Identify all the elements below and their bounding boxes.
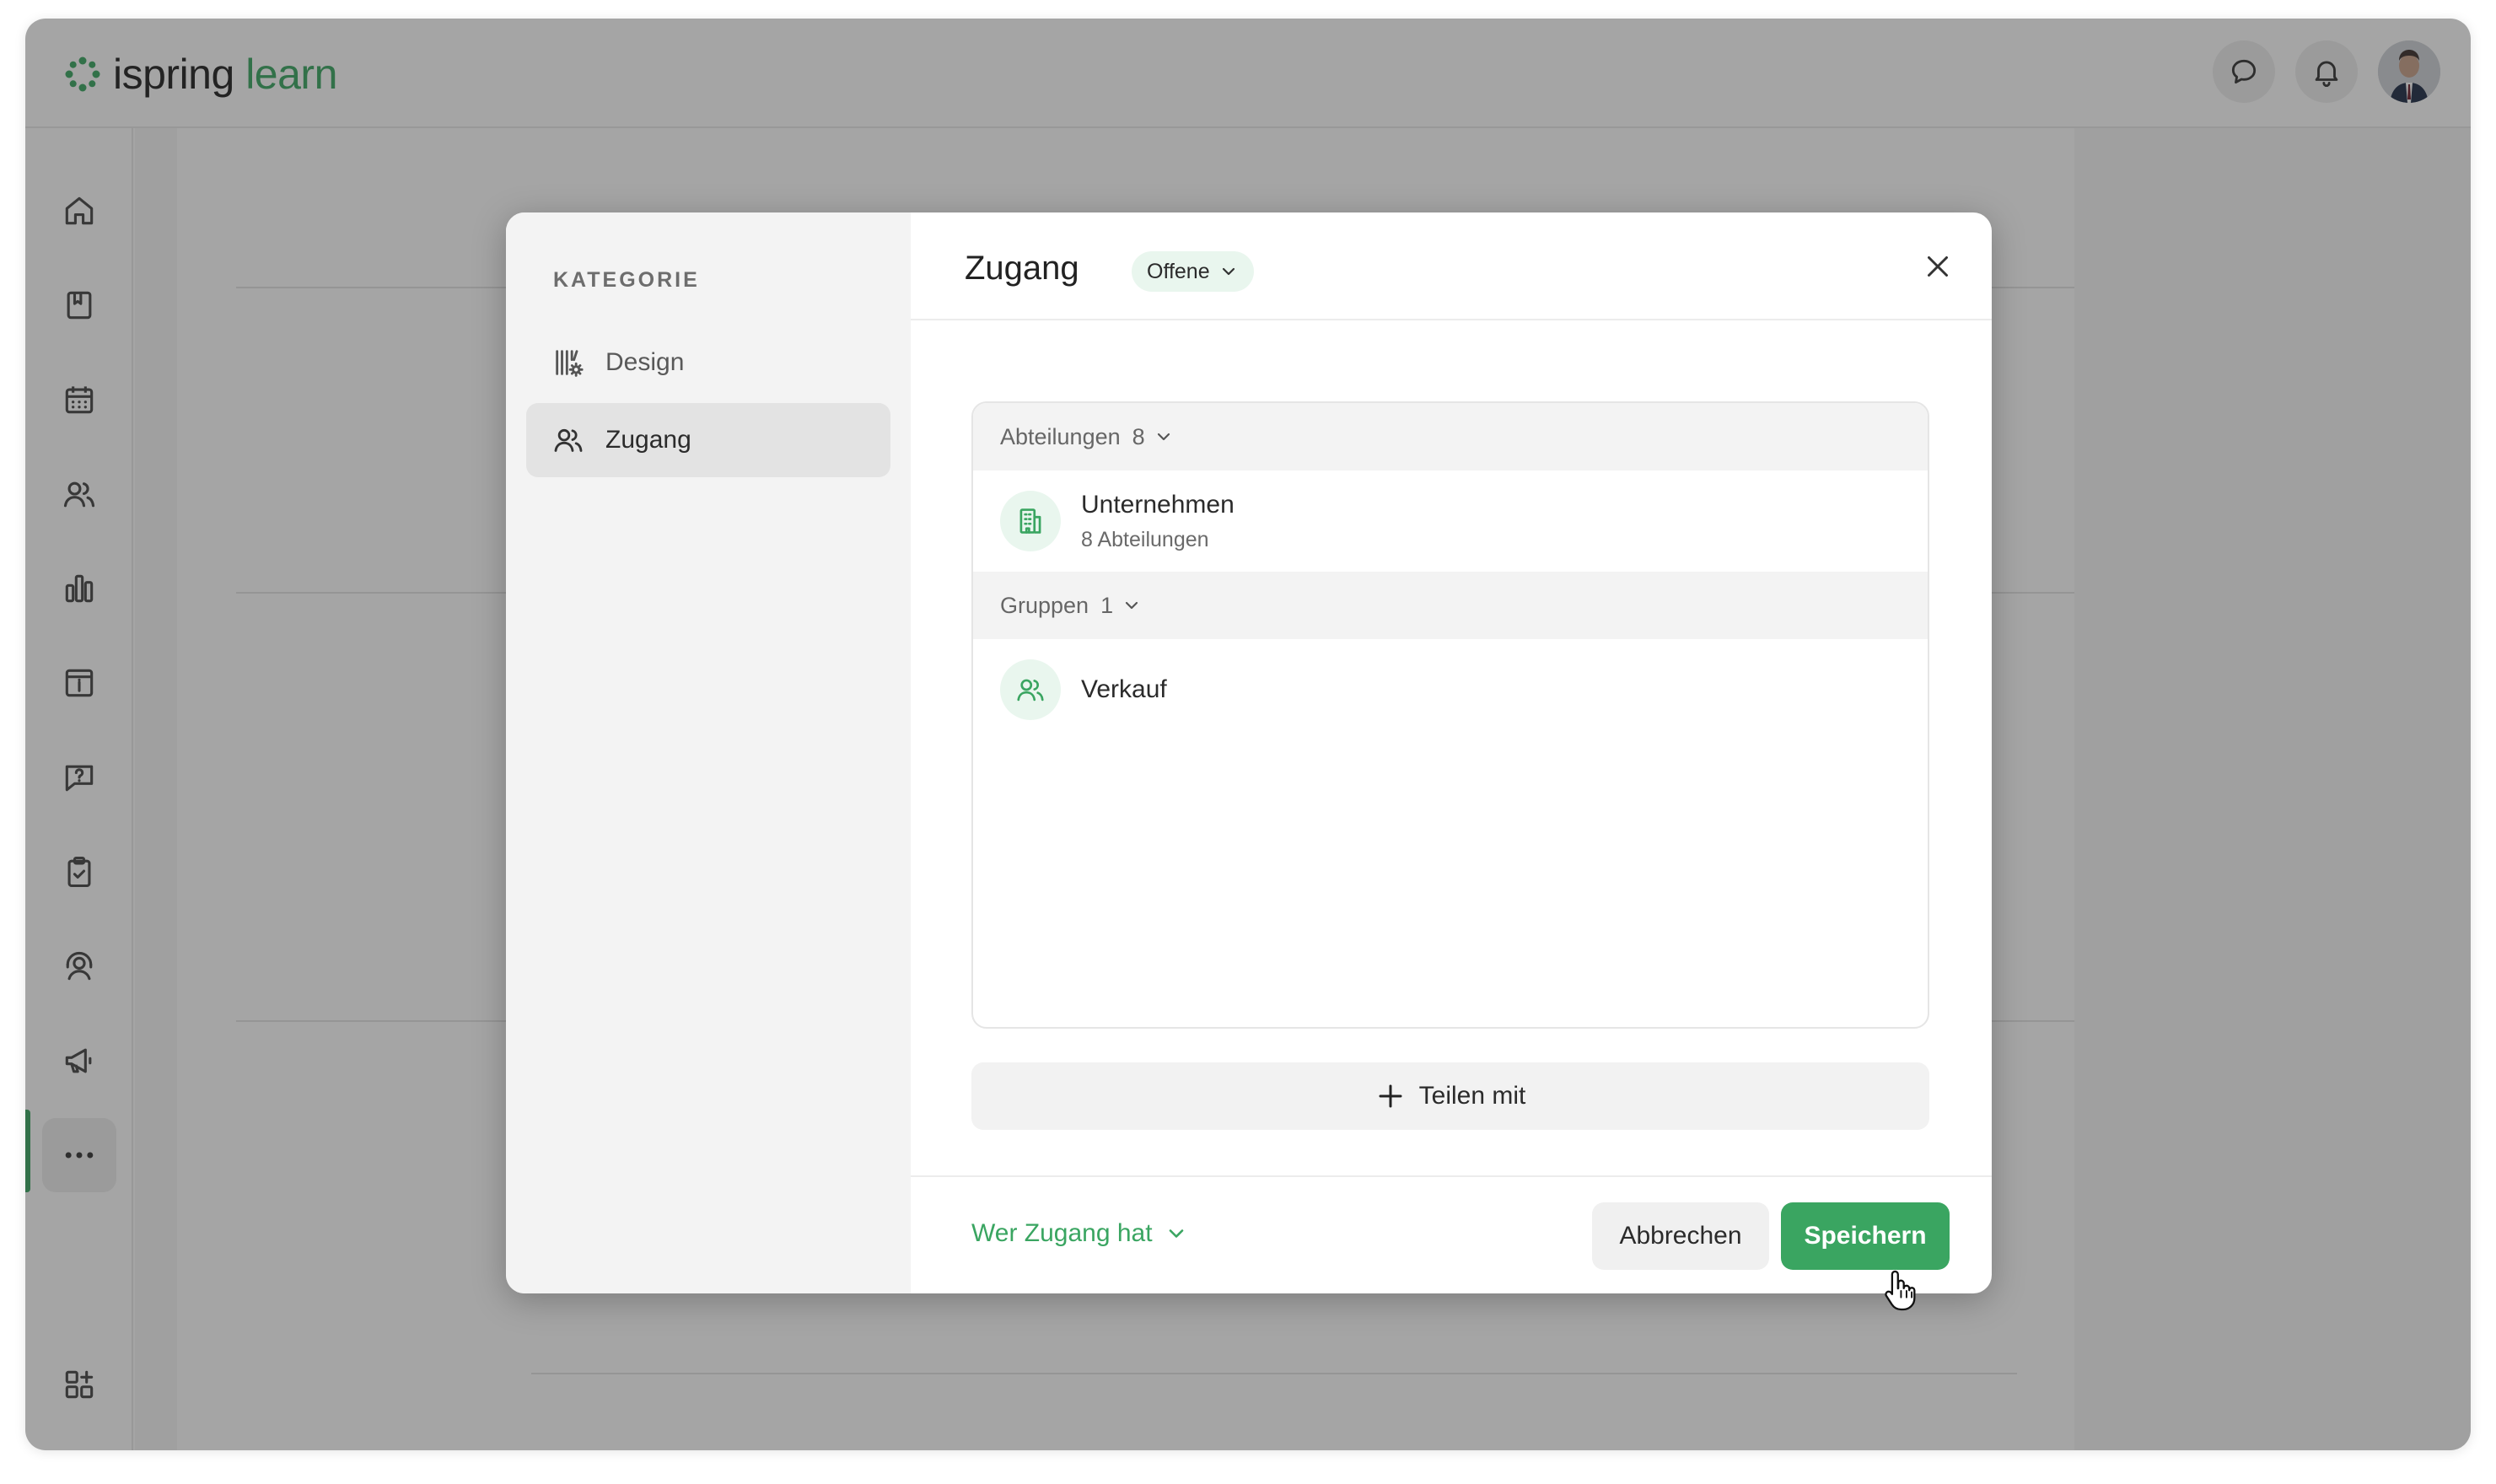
- chevron-down-icon: [1157, 433, 1170, 441]
- row-title: Verkauf: [1081, 675, 1167, 703]
- row-subtitle: 8 Abteilungen: [1081, 527, 1209, 551]
- share-with-label: Teilen mit: [1418, 1082, 1526, 1110]
- hand-cursor-icon: [1885, 1270, 1916, 1311]
- dialog-footer: Wer Zugang hat Abbrechen Speichern: [911, 1175, 1992, 1293]
- category-item-access[interactable]: Zugang: [526, 403, 890, 477]
- building-icon: [1019, 508, 1041, 534]
- category-item-label: Design: [605, 348, 685, 376]
- row-icon-wrapper: [1000, 659, 1061, 720]
- category-item-label: Zugang: [605, 426, 691, 454]
- close-button[interactable]: [1919, 248, 1956, 285]
- row-title: Unternehmen: [1081, 490, 1235, 519]
- plus-icon: [1379, 1084, 1402, 1108]
- list-item[interactable]: Unternehmen 8 Abteilungen: [973, 470, 1928, 572]
- dialog-header: Zugang Offene: [911, 212, 1992, 320]
- dialog-category-panel: KATEGORIE Design Zugang: [506, 212, 911, 1293]
- chevron-down-icon: [1169, 1229, 1183, 1238]
- list-item[interactable]: Verkauf: [973, 639, 1928, 740]
- chevron-down-icon: [1126, 601, 1138, 610]
- row-icon-wrapper: [1000, 491, 1061, 551]
- category-item-design[interactable]: Design: [526, 325, 890, 400]
- group-count: 8: [1132, 423, 1145, 449]
- row-text: Unternehmen 8 Abteilungen: [1081, 491, 1235, 552]
- group-label: Abteilungen: [1000, 423, 1121, 449]
- cancel-button[interactable]: Abbrechen: [1592, 1202, 1769, 1270]
- access-list: Abteilungen 8 Unternehmen 8 Abteilungen …: [971, 401, 1929, 1029]
- save-button[interactable]: Speichern: [1781, 1202, 1950, 1270]
- dialog-title: Zugang: [965, 250, 1079, 287]
- group-count: 1: [1100, 592, 1114, 618]
- users-icon: [1017, 679, 1044, 702]
- group-label: Gruppen: [1000, 592, 1089, 618]
- access-type-dropdown[interactable]: Offene: [1132, 251, 1254, 292]
- category-heading: KATEGORIE: [553, 268, 700, 292]
- group-header-groups[interactable]: Gruppen 1: [973, 572, 1928, 639]
- chevron-down-icon: [1222, 267, 1235, 276]
- access-settings-dialog: KATEGORIE Design Zugang Zugang Offene Ab…: [506, 212, 1992, 1293]
- group-header-departments[interactable]: Abteilungen 8: [973, 403, 1928, 470]
- design-settings-icon: [556, 350, 584, 377]
- share-with-button[interactable]: Teilen mit: [971, 1062, 1929, 1130]
- who-has-access-dropdown[interactable]: Wer Zugang hat: [971, 1219, 1188, 1248]
- dialog-content: Zugang Offene Abteilungen 8 Unternehmen: [911, 212, 1992, 1293]
- who-has-access-label: Wer Zugang hat: [971, 1219, 1153, 1247]
- close-icon: [1928, 256, 1948, 277]
- access-type-label: Offene: [1147, 259, 1210, 283]
- users-icon: [554, 428, 583, 452]
